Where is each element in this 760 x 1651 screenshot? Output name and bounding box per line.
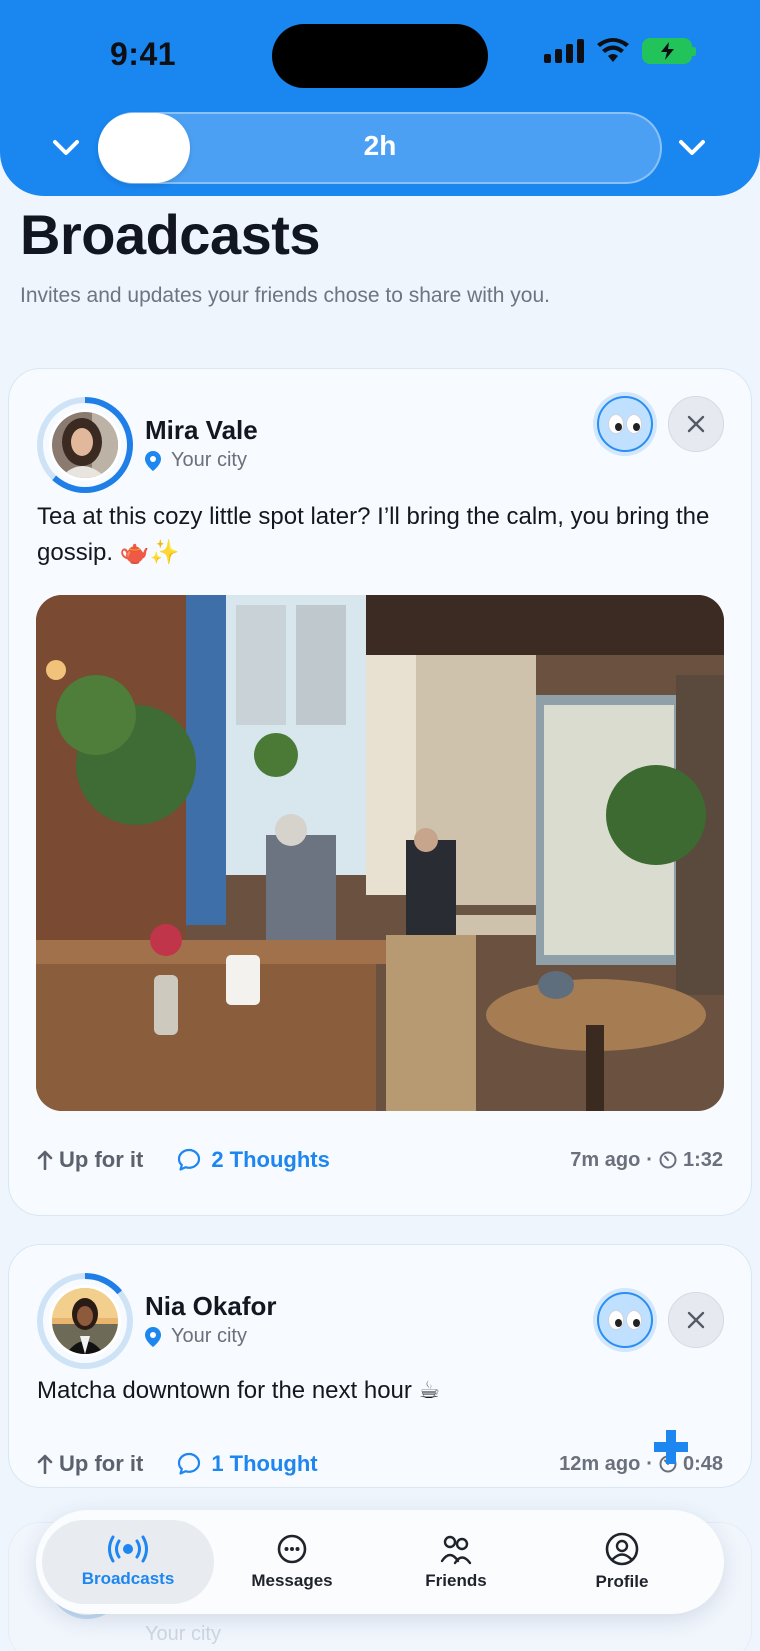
close-icon [687,415,705,433]
page-title: Broadcasts [20,203,321,266]
slider-value: 2h [363,130,397,161]
status-time: 9:41 [110,36,177,72]
status-icons [544,38,696,64]
tab-label: Messages [251,1571,333,1590]
avatar-timer-ring [37,397,133,493]
tab-profile[interactable]: Profile [546,1520,698,1604]
post-text: Tea at this cozy little spot later? I’ll… [37,503,710,566]
chevron-down-icon[interactable] [46,128,86,168]
chevron-down-icon[interactable] [672,128,712,168]
thoughts-button[interactable]: 1 Thought [177,1451,318,1477]
arrow-up-icon [37,1150,53,1170]
post-text: Matcha downtown for the next hour ☕ [37,1377,441,1404]
arrow-up-icon [37,1454,53,1474]
tab-label: Profile [595,1572,649,1591]
up-for-it-label: Up for it [59,1451,144,1476]
location-label: Your city [171,449,247,471]
slider-handle[interactable] [98,113,190,183]
post-actions: Up for it 2 Thoughts 7m ago · 1:32 [37,1147,723,1173]
post-meta: 12m ago · 0:48 [559,1453,723,1476]
eye-icon [626,1310,642,1330]
bottom-tab-bar: Broadcasts Messages Friends Profile [36,1510,724,1614]
location: Your city [145,1623,221,1646]
location-pin-icon [145,1326,161,1347]
plus-icon[interactable] [652,1428,690,1466]
dynamic-island [272,24,488,88]
thoughts-button[interactable]: 2 Thoughts [177,1147,330,1173]
messages-icon [277,1534,307,1564]
tab-messages[interactable]: Messages [216,1520,368,1604]
location: Your city [145,449,247,472]
post-meta: 7m ago · 1:32 [570,1149,723,1172]
tab-friends[interactable]: Friends [380,1520,532,1604]
time-ago: 12m ago [559,1452,641,1475]
battery-icon [642,38,696,64]
timer-value: 1:32 [682,1148,723,1171]
signal-icon [544,39,584,63]
author-name[interactable]: Nia Okafor [145,1291,277,1322]
broadcast-card[interactable]: Nia Okafor Your city Matcha downtown for… [8,1244,752,1488]
up-for-it-button[interactable]: Up for it [37,1147,143,1173]
eyes-reaction-button[interactable] [597,396,653,452]
post-photo[interactable] [36,595,724,1111]
eyes-reaction-button[interactable] [597,1292,653,1348]
close-icon [687,1311,705,1329]
speech-bubble-icon [178,1148,201,1171]
broadcast-icon [108,1535,148,1563]
dismiss-button[interactable] [668,396,724,452]
wifi-icon [597,38,629,62]
location: Your city [145,1325,247,1348]
up-for-it-button[interactable]: Up for it [37,1451,143,1477]
avatar[interactable] [49,409,121,481]
tab-label: Friends [425,1571,487,1590]
avatar[interactable] [49,1285,121,1357]
location-pin-icon [145,450,161,471]
post-actions: Up for it 1 Thought 12m ago · 0:48 [37,1451,723,1477]
thoughts-count: 1 Thought [211,1451,318,1476]
up-for-it-label: Up for it [59,1147,144,1172]
avatar-timer-ring [37,1273,133,1369]
eye-icon [608,1310,624,1330]
top-header: 9:41 2h [0,0,760,196]
location-label: Your city [145,1623,221,1645]
dismiss-button[interactable] [668,1292,724,1348]
time-ago: 7m ago [570,1148,641,1171]
eye-icon [626,414,642,434]
tab-label: Broadcasts [81,1569,175,1588]
tab-broadcasts[interactable]: Broadcasts [42,1520,214,1604]
speech-bubble-icon [178,1452,201,1475]
page-subtitle: Invites and updates your friends chose t… [20,284,550,307]
location-label: Your city [171,1325,247,1347]
meta-separator: · [646,1148,653,1171]
author-name[interactable]: Mira Vale [145,415,258,446]
timer-icon [659,1151,677,1169]
broadcast-card[interactable]: Mira Vale Your city Tea at this cozy lit… [8,368,752,1216]
eye-icon [608,414,624,434]
friends-icon [440,1535,472,1565]
profile-icon [605,1532,639,1566]
thoughts-count: 2 Thoughts [211,1147,330,1172]
